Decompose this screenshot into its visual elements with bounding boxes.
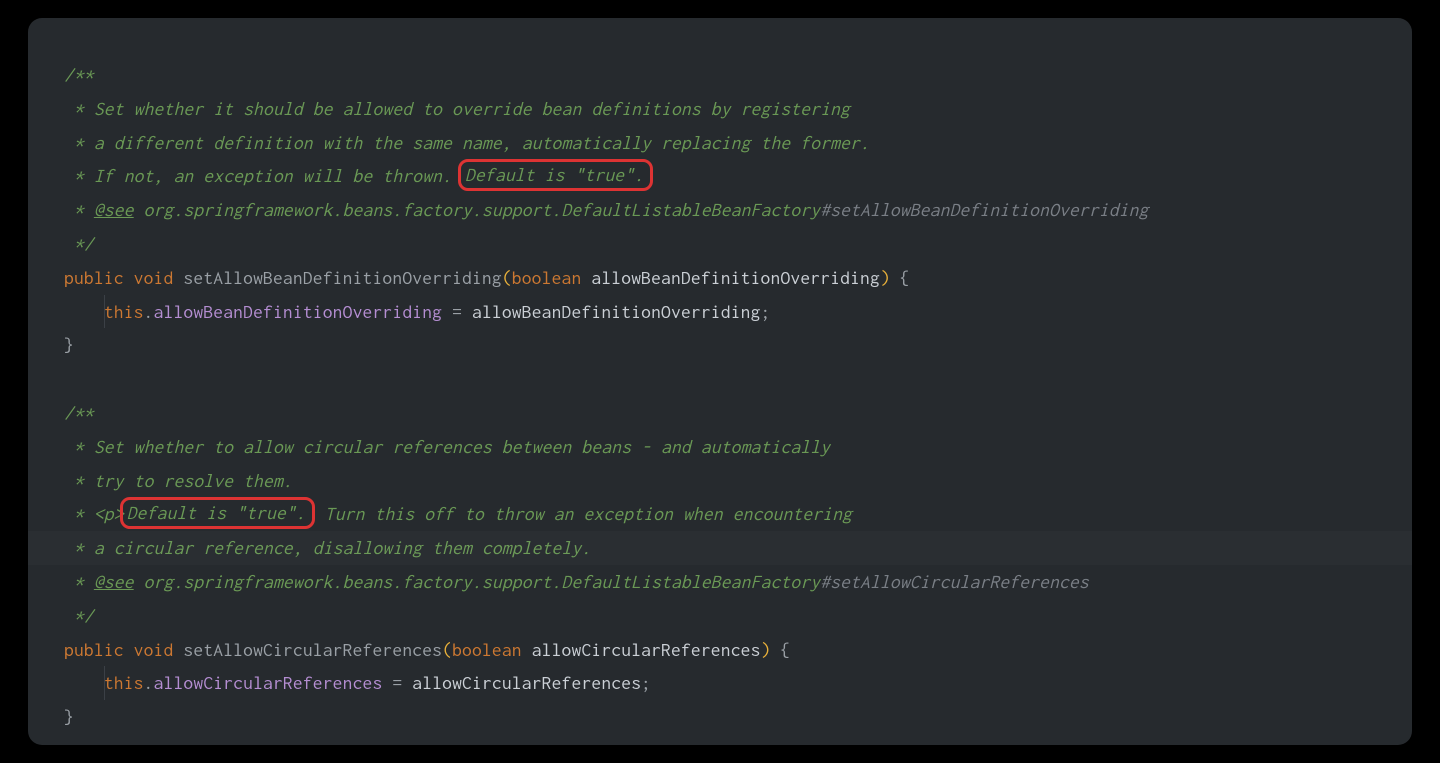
emphasis-box: Default is "true".	[120, 497, 315, 529]
indent-guide	[104, 666, 105, 700]
brace-open: {	[780, 639, 790, 660]
keyword-public: public	[64, 639, 124, 660]
semicolon: ;	[641, 672, 651, 693]
keyword-void: void	[134, 639, 174, 660]
paren-close: )	[880, 267, 890, 288]
keyword-boolean: boolean	[452, 639, 522, 660]
javadoc-line: * Set whether to allow circular referenc…	[64, 436, 830, 457]
keyword-public: public	[64, 267, 124, 288]
identifier: allowBeanDefinitionOverriding	[472, 301, 761, 322]
javadoc-open: /**	[64, 402, 94, 423]
indent	[64, 301, 104, 322]
emphasis-box: Default is "true".	[458, 159, 653, 191]
javadoc-see-anchor: #setAllowBeanDefinitionOverriding	[820, 199, 1148, 220]
javadoc-line: Turn this off to throw an exception when…	[315, 503, 852, 524]
identifier: allowCircularReferences	[412, 672, 641, 693]
brace-open: {	[900, 267, 910, 288]
brace-close: }	[64, 334, 74, 355]
assign: =	[382, 672, 412, 693]
javadoc-see-prefix: *	[64, 199, 94, 220]
param-name: allowBeanDefinitionOverriding	[591, 267, 880, 288]
method-name: setAllowBeanDefinitionOverriding	[183, 267, 501, 288]
keyword-boolean: boolean	[512, 267, 582, 288]
javadoc-line: * a different definition with the same n…	[64, 132, 870, 153]
keyword-this: this	[104, 672, 144, 693]
javadoc-see-tag: @see	[94, 571, 134, 592]
brace-close: }	[64, 706, 74, 727]
dot: .	[144, 672, 154, 693]
javadoc-see-prefix: *	[64, 571, 94, 592]
javadoc-see-class: org.springframework.beans.factory.suppor…	[134, 199, 821, 220]
field-name: allowBeanDefinitionOverriding	[154, 301, 443, 322]
param-name: allowCircularReferences	[532, 639, 761, 660]
semicolon: ;	[761, 301, 771, 322]
indent-guide	[104, 295, 105, 329]
javadoc-see-anchor: #setAllowCircularReferences	[820, 571, 1089, 592]
dot: .	[144, 301, 154, 322]
keyword-this: this	[104, 301, 144, 322]
paren-close: )	[761, 639, 771, 660]
field-name: allowCircularReferences	[154, 672, 383, 693]
javadoc-see-tag: @see	[94, 199, 134, 220]
javadoc-open: /**	[64, 64, 94, 85]
javadoc-line: * a circular reference, disallowing them…	[64, 537, 591, 558]
javadoc-close: */	[64, 233, 94, 254]
paren-open: (	[442, 639, 452, 660]
indent	[64, 672, 104, 693]
keyword-void: void	[134, 267, 174, 288]
method-name: setAllowCircularReferences	[183, 639, 442, 660]
code-editor-panel: /** * Set whether it should be allowed t…	[28, 18, 1412, 745]
paren-open: (	[502, 267, 512, 288]
javadoc-see-class: org.springframework.beans.factory.suppor…	[134, 571, 821, 592]
javadoc-close: */	[64, 605, 94, 626]
assign: =	[442, 301, 472, 322]
javadoc-line: * Set whether it should be allowed to ov…	[64, 98, 850, 119]
source-code[interactable]: /** * Set whether it should be allowed t…	[64, 58, 1376, 734]
javadoc-line: * <p>	[64, 503, 124, 524]
javadoc-line: * If not, an exception will be thrown.	[64, 165, 462, 186]
javadoc-line: * try to resolve them.	[64, 470, 293, 491]
